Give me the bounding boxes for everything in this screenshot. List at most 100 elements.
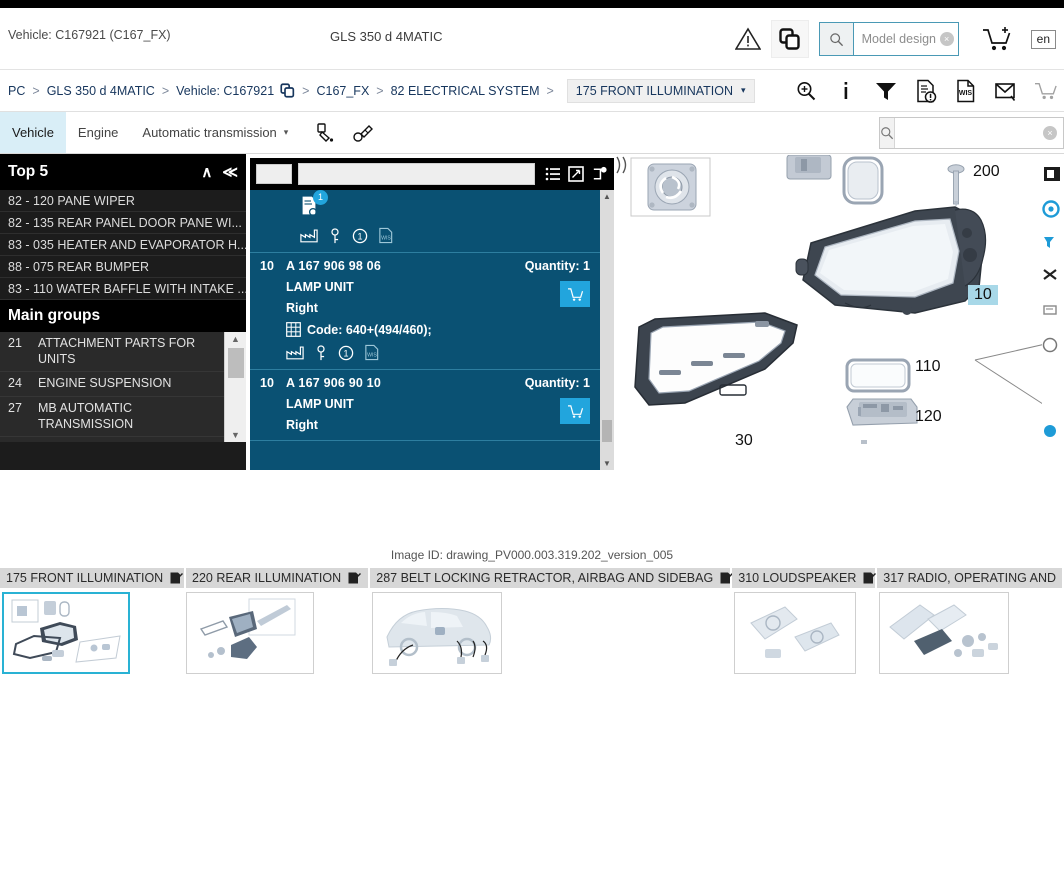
shopping-cart-icon[interactable] [977, 21, 1017, 57]
breadcrumb-item-pc[interactable]: PC [8, 84, 25, 98]
print-icon[interactable] [1042, 294, 1064, 328]
thumbnail-220-rear-illumination[interactable] [186, 592, 314, 674]
parts-search-field[interactable]: × [879, 116, 1064, 149]
diagram-callout-30[interactable]: 30 [735, 432, 753, 450]
document-alert-icon[interactable] [912, 77, 940, 105]
parts-diagram-canvas[interactable]: 200 10 110 120 30 [615, 155, 1064, 475]
thumbnail-tab-220[interactable]: 220 REAR ILLUMINATION [186, 568, 371, 588]
edit-icon[interactable] [719, 571, 734, 585]
thumbnail-tab-310[interactable]: 310 LOUDSPEAKER [732, 568, 878, 588]
main-group-item[interactable]: 27 MB AUTOMATIC TRANSMISSION [0, 397, 224, 438]
diagram-callout-110[interactable]: 110 [915, 358, 941, 376]
breadcrumb-item-vehicle[interactable]: Vehicle: C167921 [176, 84, 274, 98]
thumbnail-287-belt-locking-retractor[interactable] [372, 592, 502, 674]
tab-vehicle[interactable]: Vehicle [0, 112, 66, 153]
mail-icon[interactable] [992, 77, 1020, 105]
tab-engine[interactable]: Engine [66, 112, 130, 153]
top5-item[interactable]: 82 - 120 PANE WIPER [0, 190, 246, 212]
note-number-icon[interactable]: 1 [352, 228, 368, 244]
parts-filter-box[interactable] [256, 164, 292, 184]
thumbnail-tab-287[interactable]: 287 BELT LOCKING RETRACTOR, AIRBAG AND S… [370, 568, 734, 588]
top5-item[interactable]: 88 - 075 REAR BUMPER [0, 256, 246, 278]
top5-item[interactable]: 83 - 035 HEATER AND EVAPORATOR H... [0, 234, 246, 256]
scroll-up-icon[interactable]: ▲ [231, 332, 240, 346]
chevron-up-icon[interactable]: ∧ [201, 165, 212, 180]
language-selector[interactable]: en [1030, 29, 1056, 49]
add-to-cart-icon[interactable] [560, 281, 590, 307]
breadcrumb-item-electrical-system[interactable]: 82 ELECTRICAL SYSTEM [391, 84, 540, 98]
thumbnail-tab-175[interactable]: 175 FRONT ILLUMINATION [0, 568, 186, 588]
thumbnail-317-radio-operating[interactable] [879, 592, 1009, 674]
paint-code-icon[interactable] [312, 120, 338, 146]
breadcrumb-separator: > [32, 83, 40, 98]
tab-automatic-transmission[interactable]: Automatic transmission ▾ [130, 112, 300, 153]
image-id-label: Image ID: drawing_PV000.003.319.202_vers… [390, 548, 674, 562]
parts-panel-input[interactable] [298, 163, 535, 185]
cart-icon[interactable] [1032, 77, 1060, 105]
edit-icon[interactable] [169, 571, 184, 585]
diagram-callout-120[interactable]: 120 [915, 408, 942, 426]
detach-window-icon[interactable] [591, 166, 608, 182]
diagram-callout-10[interactable]: 10 [968, 285, 998, 305]
main-group-item[interactable]: 24 ENGINE SUSPENSION [0, 372, 224, 397]
model-design-search[interactable]: × [818, 22, 959, 56]
help-icon[interactable] [1042, 328, 1064, 362]
note-number-icon[interactable]: 1 [338, 345, 354, 361]
part-description: LAMP UNIT [286, 280, 354, 294]
top5-item[interactable]: 83 - 110 WATER BAFFLE WITH INTAKE ... [0, 278, 246, 300]
wis-document-icon[interactable]: WIS [952, 77, 980, 105]
scroll-down-icon[interactable]: ▼ [600, 459, 614, 468]
group-selector-dropdown[interactable]: 175 FRONT ILLUMINATION ▾ [566, 78, 755, 103]
scrollbar-thumb[interactable] [602, 420, 612, 442]
layers-icon[interactable] [1042, 158, 1064, 192]
key-icon[interactable] [328, 227, 342, 244]
warning-triangle-icon[interactable] [731, 22, 765, 56]
thumbnail-175-front-illumination[interactable] [2, 592, 130, 674]
diagram-callout-200[interactable]: 200 [973, 163, 1000, 181]
pin-icon[interactable] [1042, 226, 1064, 260]
upholstery-code-icon[interactable] [350, 120, 376, 146]
parts-scroll-area: 1 1 WIS 10 A 167 906 98 06 LAMP UNIT Rig… [250, 190, 600, 470]
part-number[interactable]: A 167 906 90 10 [286, 376, 504, 390]
key-icon[interactable] [314, 344, 328, 361]
breadcrumb-copy-icon[interactable] [280, 83, 295, 98]
close-icon[interactable] [1042, 260, 1064, 294]
main-groups-scrollbar[interactable]: ▲ ▼ [224, 332, 246, 442]
table-row[interactable]: 10 A 167 906 98 06 LAMP UNIT Right Code:… [250, 253, 600, 370]
target-icon[interactable] [1042, 192, 1064, 226]
clear-search-icon[interactable]: × [1043, 125, 1057, 140]
chevron-down-icon: ▾ [741, 85, 746, 95]
factory-icon[interactable] [300, 228, 318, 243]
dot-indicator-icon[interactable] [1042, 414, 1064, 448]
add-to-cart-icon[interactable] [560, 398, 590, 424]
scroll-up-icon[interactable]: ▲ [600, 192, 614, 201]
breadcrumb-item-model[interactable]: GLS 350 d 4MATIC [47, 84, 155, 98]
parts-search-input[interactable] [895, 117, 1064, 148]
copy-icon[interactable] [770, 20, 809, 58]
collapse-panel-icon[interactable]: ≪ [222, 165, 238, 180]
table-row[interactable]: 10 A 167 906 90 10 LAMP UNIT Right Quant… [250, 370, 600, 441]
part-number[interactable]: A 167 906 98 06 [286, 259, 504, 273]
scrollbar-thumb[interactable] [228, 348, 244, 378]
edit-icon[interactable] [347, 571, 362, 585]
expand-icon[interactable] [568, 166, 584, 182]
main-group-label: ENGINE SUSPENSION [38, 376, 172, 391]
thumbnail-310-loudspeaker[interactable] [734, 592, 856, 674]
list-view-icon[interactable] [545, 166, 561, 182]
edit-icon[interactable] [862, 571, 877, 585]
info-icon[interactable] [832, 77, 860, 105]
main-group-item[interactable]: 21 ATTACHMENT PARTS FOR UNITS [0, 332, 224, 373]
wis-icon[interactable]: WIS [378, 227, 394, 244]
thumbnail-tab-317[interactable]: 317 RADIO, OPERATING AND [877, 568, 1064, 588]
parts-scrollbar[interactable]: ▲ ▼ [600, 190, 614, 470]
zoom-in-icon[interactable] [792, 77, 820, 105]
wis-icon[interactable]: WIS [364, 344, 380, 361]
clear-search-icon[interactable]: × [939, 32, 954, 46]
breadcrumb-item-fx[interactable]: C167_FX [316, 84, 369, 98]
top5-item[interactable]: 82 - 135 REAR PANEL DOOR PANE WI... [0, 212, 246, 234]
table-row[interactable]: 1 1 WIS [250, 190, 600, 253]
filter-icon[interactable] [872, 77, 900, 105]
factory-icon[interactable] [286, 345, 304, 360]
scroll-down-icon[interactable]: ▼ [231, 428, 240, 442]
header-actions: × en [731, 16, 1056, 62]
